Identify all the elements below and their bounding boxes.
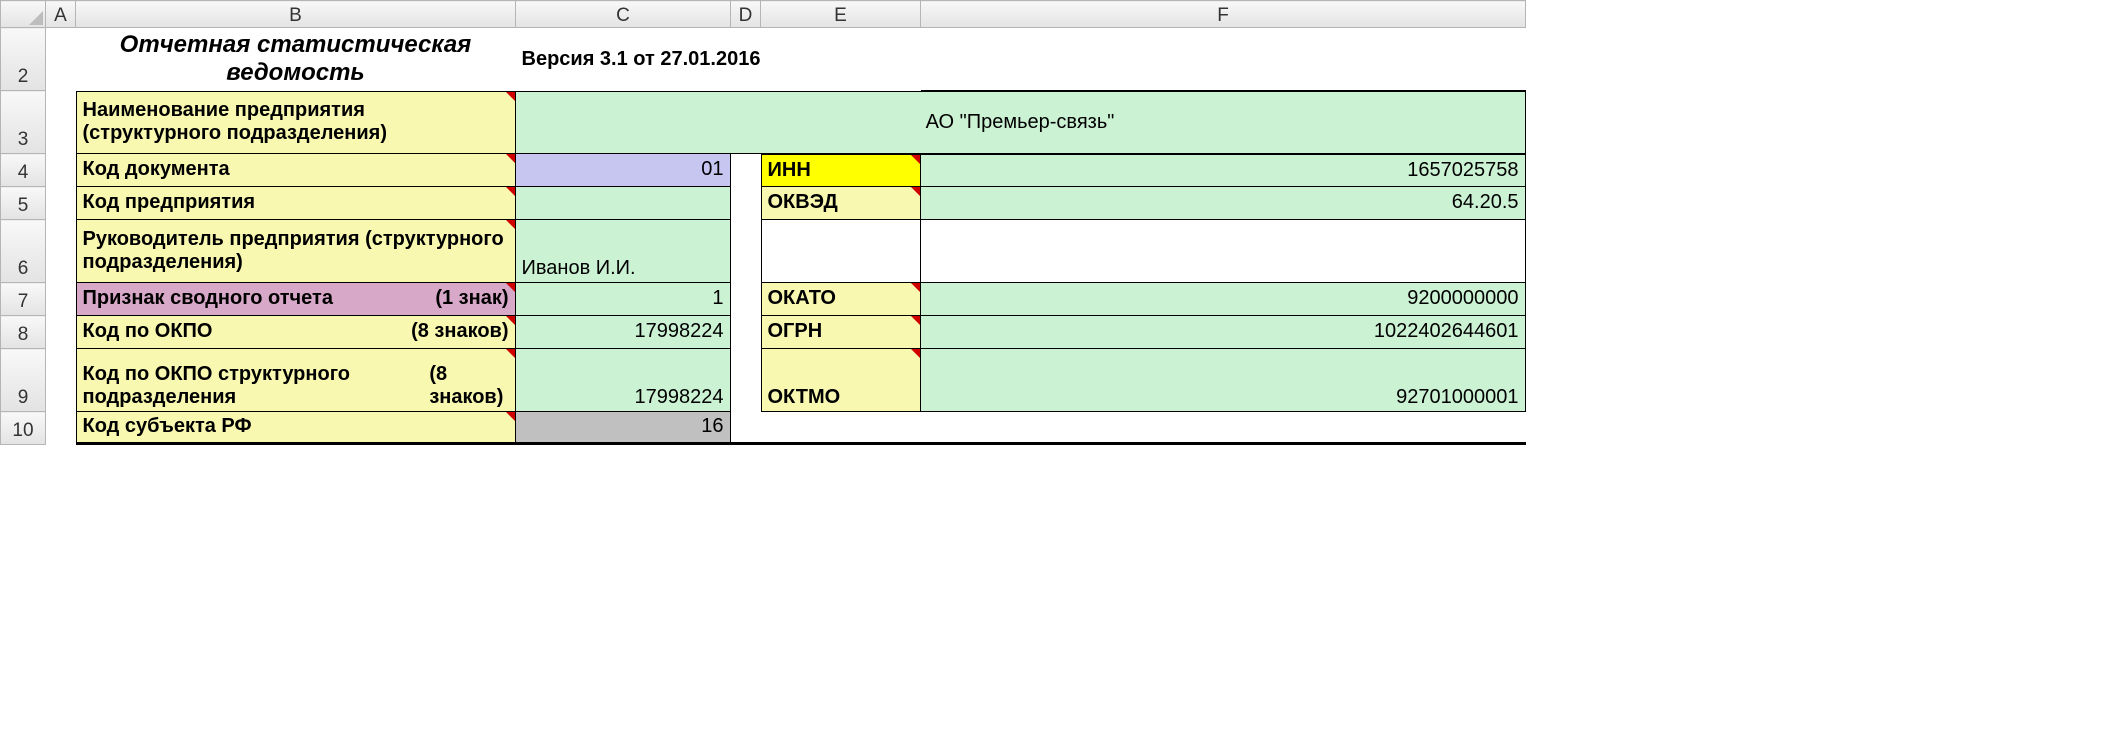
col-header-C[interactable]: C — [516, 1, 731, 28]
spreadsheet-grid[interactable]: A B C D E F 2 Отчетная статистическая ве… — [0, 0, 1526, 445]
label-okved[interactable]: ОКВЭД — [761, 187, 921, 220]
label-summary-flag[interactable]: Признак сводного отчета (1 знак) — [76, 283, 516, 316]
value-head[interactable]: Иванов И.И. — [516, 220, 731, 283]
version-text: Версия 3.1 от 27.01.2016 — [516, 28, 921, 91]
label-okpo-sub[interactable]: Код по ОКПО структурного подразделения (… — [76, 349, 516, 412]
row-header-9[interactable]: 9 — [1, 349, 46, 412]
label-ent-code[interactable]: Код предприятия — [76, 187, 516, 220]
cell-E6[interactable] — [761, 220, 921, 283]
label-enterprise-name[interactable]: Наименование предприятия (структурного п… — [76, 91, 516, 154]
col-header-B[interactable]: B — [76, 1, 516, 28]
value-enterprise-name[interactable]: АО "Премьер-связь" — [516, 91, 1526, 154]
value-ent-code[interactable] — [516, 187, 731, 220]
select-all-icon — [29, 11, 43, 25]
cell-title[interactable]: Отчетная статистическая ведомость — [76, 28, 516, 91]
value-ogrn[interactable]: 1022402644601 — [921, 316, 1526, 349]
col-header-F[interactable]: F — [921, 1, 1526, 28]
row-header-6[interactable]: 6 — [1, 220, 46, 283]
select-all-corner[interactable] — [1, 1, 46, 28]
row-header-10[interactable]: 10 — [1, 412, 46, 445]
value-okpo-sub[interactable]: 17998224 — [516, 349, 731, 412]
label-doc-code[interactable]: Код документа — [76, 154, 516, 187]
label-head[interactable]: Руководитель предприятия (структурного п… — [76, 220, 516, 283]
col-header-E[interactable]: E — [761, 1, 921, 28]
value-summary-flag[interactable]: 1 — [516, 283, 731, 316]
label-oktmo[interactable]: ОКТМО — [761, 349, 921, 412]
value-doc-code[interactable]: 01 — [516, 154, 731, 187]
row-header-8[interactable]: 8 — [1, 316, 46, 349]
row-header-2[interactable]: 2 — [1, 28, 46, 91]
label-subject-rf[interactable]: Код субъекта РФ — [76, 412, 516, 445]
title-text: Отчетная статистическая ведомость — [76, 28, 516, 91]
cell-F6[interactable] — [921, 220, 1526, 283]
col-header-D[interactable]: D — [731, 1, 761, 28]
row-header-7[interactable]: 7 — [1, 283, 46, 316]
label-okpo[interactable]: Код по ОКПО (8 знаков) — [76, 316, 516, 349]
value-okato[interactable]: 9200000000 — [921, 283, 1526, 316]
value-subject-rf[interactable]: 16 — [516, 412, 731, 445]
row-header-3[interactable]: 3 — [1, 91, 46, 154]
row-header-5[interactable]: 5 — [1, 187, 46, 220]
cell-version[interactable]: Версия 3.1 от 27.01.2016 — [516, 28, 921, 91]
value-inn[interactable]: 1657025758 — [921, 154, 1526, 187]
value-oktmo[interactable]: 92701000001 — [921, 349, 1526, 412]
value-okpo[interactable]: 17998224 — [516, 316, 731, 349]
col-header-A[interactable]: A — [46, 1, 76, 28]
label-inn[interactable]: ИНН — [761, 154, 921, 187]
label-ogrn[interactable]: ОГРН — [761, 316, 921, 349]
value-okved[interactable]: 64.20.5 — [921, 187, 1526, 220]
row-header-4[interactable]: 4 — [1, 154, 46, 187]
label-okato[interactable]: ОКАТО — [761, 283, 921, 316]
